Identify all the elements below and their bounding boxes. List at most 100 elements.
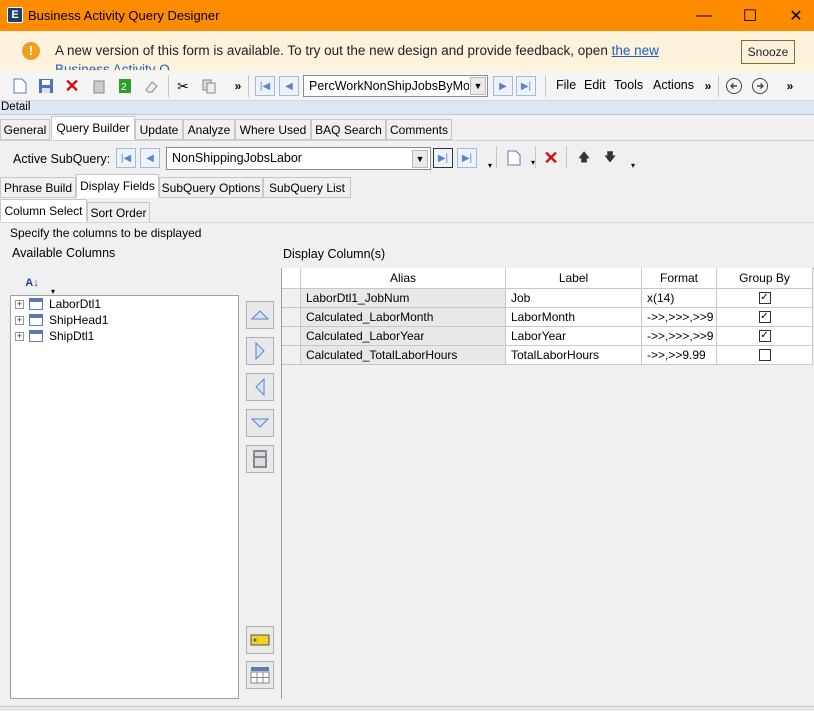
tree-node[interactable]: + LaborDtl1 <box>15 296 101 312</box>
forward-icon[interactable] <box>750 76 770 96</box>
first-record-icon[interactable]: |◀ <box>255 76 275 96</box>
move-top-button[interactable] <box>246 301 274 329</box>
group-by-checkbox[interactable]: ✓ <box>758 292 771 304</box>
available-columns-tree[interactable] <box>10 295 239 699</box>
menu-edit[interactable]: Edit <box>584 78 606 92</box>
alias-cell[interactable]: Calculated_LaborYear <box>301 327 506 346</box>
format-cell[interactable]: x(14) <box>642 289 717 308</box>
new-form-link[interactable]: the new <box>612 43 659 58</box>
tab-phrase-build[interactable]: Phrase Build <box>0 177 76 198</box>
chevron-down-icon[interactable]: ▼ <box>412 150 428 168</box>
tab-query-builder[interactable]: Query Builder <box>51 116 135 140</box>
label-cell[interactable]: LaborMonth <box>506 308 642 327</box>
eraser-icon[interactable] <box>141 76 161 96</box>
expand-icon[interactable]: + <box>15 299 24 309</box>
snooze-button[interactable]: Snooze <box>741 40 795 64</box>
minimize-button[interactable]: — <box>681 0 727 31</box>
alias-cell[interactable]: Calculated_LaborMonth <box>301 308 506 327</box>
alias-cell[interactable]: LaborDtl1_JobNum <box>301 289 506 308</box>
window-title: Business Activity Query Designer <box>28 8 220 23</box>
previous-record-icon[interactable]: ◀ <box>279 76 299 96</box>
new-icon[interactable] <box>10 76 30 96</box>
menu-overflow-icon[interactable]: » <box>698 76 718 96</box>
menu-actions[interactable]: Actions <box>653 78 694 92</box>
chevron-down-icon[interactable]: ▼ <box>470 77 486 95</box>
column-header-label[interactable]: Label <box>506 268 642 289</box>
row-selector[interactable] <box>282 308 301 327</box>
toolbar-overflow-icon[interactable]: » <box>228 76 248 96</box>
detail-label: Detail <box>1 101 31 113</box>
format-cell[interactable]: ->>,>>9.99 <box>642 346 717 365</box>
row-selector[interactable] <box>282 289 301 308</box>
expand-icon[interactable]: + <box>15 331 24 341</box>
new-subquery-icon[interactable] <box>504 148 524 168</box>
add-column-button[interactable] <box>246 337 274 365</box>
back-icon[interactable] <box>724 76 744 96</box>
tab-comments[interactable]: Comments <box>386 119 452 140</box>
last-subquery-icon[interactable]: ▶| <box>457 148 477 168</box>
row-selector[interactable] <box>282 346 301 365</box>
menu-tools[interactable]: Tools <box>614 78 643 92</box>
next-record-icon[interactable]: ▶ <box>493 76 513 96</box>
tab-subquery-list[interactable]: SubQuery List <box>263 177 351 198</box>
label-cell[interactable]: LaborYear <box>506 327 642 346</box>
move-down-icon[interactable]: 🡇 <box>600 148 620 168</box>
sort-az-icon[interactable]: A↓ <box>22 273 42 293</box>
menu-file[interactable]: File <box>556 78 576 92</box>
refresh-icon[interactable]: 2 <box>115 76 135 96</box>
toolbar-separator <box>566 146 567 168</box>
close-button[interactable]: ✕ <box>773 0 814 31</box>
format-cell[interactable]: ->>,>>>,>>9 <box>642 308 717 327</box>
group-by-checkbox[interactable]: ✓ <box>758 311 771 323</box>
tab-display-fields[interactable]: Display Fields <box>76 174 159 198</box>
tab-update[interactable]: Update <box>135 119 183 140</box>
delete-subquery-icon[interactable]: ✕ <box>541 148 561 168</box>
copy-icon[interactable] <box>199 76 219 96</box>
format-cell[interactable]: ->>,>>>,>>9 <box>642 327 717 346</box>
banner-link-continued[interactable]: Business Activity Q... <box>55 62 181 70</box>
label-cell[interactable]: Job <box>506 289 642 308</box>
column-header-group-by[interactable]: Group By <box>717 268 813 289</box>
overflow-icon[interactable]: ▾ <box>623 155 643 175</box>
tab-column-select[interactable]: Column Select <box>0 199 87 222</box>
chevron-down-icon[interactable]: ▾ <box>523 152 543 172</box>
previous-subquery-icon[interactable]: ◀ <box>140 148 160 168</box>
attach-icon[interactable] <box>89 76 109 96</box>
move-bottom-button[interactable] <box>246 409 274 437</box>
first-subquery-icon[interactable]: |◀ <box>116 148 136 168</box>
label-cell[interactable]: TotalLaborHours <box>506 346 642 365</box>
tab-baq-search[interactable]: BAQ Search <box>311 119 386 140</box>
save-icon[interactable] <box>36 76 56 96</box>
maximize-button[interactable]: ☐ <box>727 0 773 31</box>
tree-node-label: LaborDtl1 <box>49 297 102 311</box>
next-subquery-icon[interactable]: ▶| <box>433 148 453 168</box>
last-record-icon[interactable]: ▶| <box>516 76 536 96</box>
expand-icon[interactable]: + <box>15 315 24 325</box>
delete-icon[interactable]: ✕ <box>62 76 82 96</box>
tree-node[interactable]: + ShipDtl1 <box>15 328 94 344</box>
banner-message-text: A new version of this form is available.… <box>55 43 608 58</box>
group-by-checkbox[interactable]: ✓ <box>758 330 771 342</box>
detail-header <box>0 101 814 115</box>
remove-column-button[interactable] <box>246 373 274 401</box>
group-by-cell <box>717 346 813 365</box>
overflow-icon[interactable]: ▾ <box>480 155 500 175</box>
tab-where-used[interactable]: Where Used <box>235 119 311 140</box>
nav-overflow-icon[interactable]: » <box>780 76 800 96</box>
row-selector[interactable] <box>282 327 301 346</box>
alias-cell[interactable]: Calculated_TotalLaborHours <box>301 346 506 365</box>
table-icon <box>29 314 43 326</box>
column-header-format[interactable]: Format <box>642 268 717 289</box>
grid-layout-button[interactable] <box>246 661 274 689</box>
column-header-alias[interactable]: Alias <box>301 268 506 289</box>
tree-node[interactable]: + ShipHead1 <box>15 312 108 328</box>
cut-icon[interactable]: ✂ <box>173 76 193 96</box>
tag-button[interactable] <box>246 626 274 654</box>
calculator-button[interactable] <box>246 445 274 473</box>
tab-analyze[interactable]: Analyze <box>183 119 235 140</box>
tab-subquery-options[interactable]: SubQuery Options <box>159 177 263 198</box>
tab-sort-order[interactable]: Sort Order <box>87 202 150 223</box>
move-up-icon[interactable]: 🡅 <box>574 148 594 168</box>
group-by-checkbox[interactable] <box>758 349 771 361</box>
tab-general[interactable]: General <box>0 119 50 140</box>
